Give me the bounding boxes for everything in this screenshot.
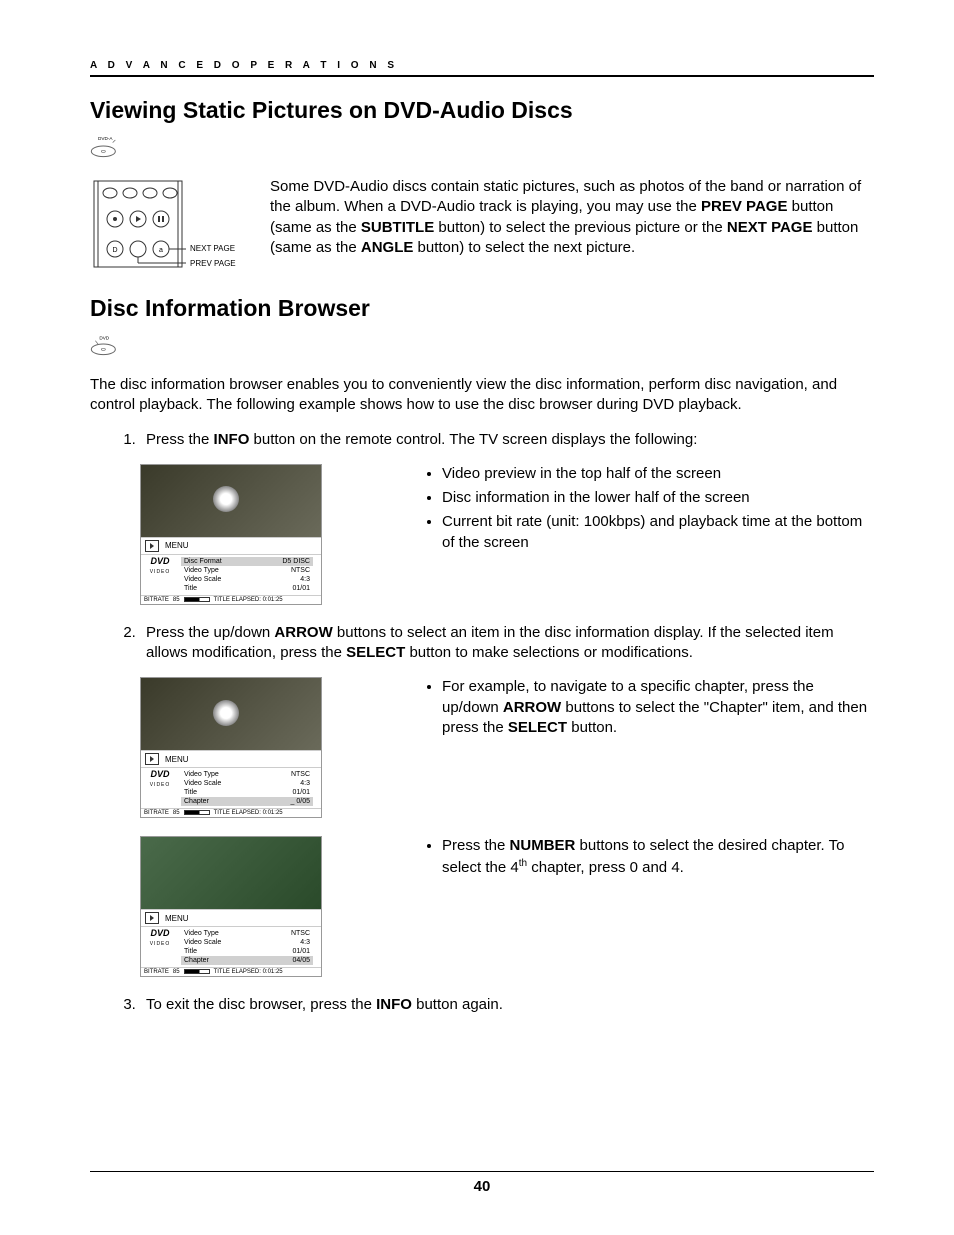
section-heading-1: Viewing Static Pictures on DVD-Audio Dis… [90, 97, 874, 124]
screenshot-1: MENU DVDVIDEO Disc FormatD5 DISC Video T… [140, 464, 322, 605]
dvd-disc-icon: DVD [90, 332, 874, 375]
list-item: Video preview in the top half of the scr… [442, 464, 874, 484]
step-2: Press the up/down ARROW buttons to selec… [140, 623, 874, 664]
page-number: 40 [90, 1178, 874, 1195]
svg-text:D: D [112, 247, 117, 254]
list-item: Disc information in the lower half of th… [442, 488, 874, 508]
remote-diagram: D a NEXT PAGE PREV PAGE [90, 177, 240, 277]
step-1: Press the INFO button on the remote cont… [140, 430, 874, 450]
prev-page-label: PREV PAGE [190, 259, 236, 268]
step2b-bullets: Press the NUMBER buttons to select the d… [352, 836, 874, 977]
step-3: To exit the disc browser, press the INFO… [140, 995, 874, 1015]
header-rule [90, 75, 874, 77]
svg-text:a: a [159, 247, 163, 254]
section-heading-2: Disc Information Browser [90, 295, 874, 322]
running-header: A D V A N C E D O P E R A T I O N S [90, 60, 874, 71]
screenshot-3: MENU DVDVIDEO Video TypeNTSC Video Scale… [140, 836, 322, 977]
page: A D V A N C E D O P E R A T I O N S View… [0, 0, 954, 1235]
svg-text:DVD-A: DVD-A [98, 136, 113, 141]
dvda-disc-icon: DVD-A [90, 134, 874, 177]
list-item: Current bit rate (unit: 100kbps) and pla… [442, 512, 874, 553]
section1-paragraph: Some DVD-Audio discs contain static pict… [270, 177, 874, 277]
page-footer: 40 [90, 1171, 874, 1195]
list-item: For example, to navigate to a specific c… [442, 677, 874, 738]
section2-intro: The disc information browser enables you… [90, 375, 874, 416]
step1-bullets: Video preview in the top half of the scr… [352, 464, 874, 605]
screenshot-2: MENU DVDVIDEO Video TypeNTSC Video Scale… [140, 677, 322, 818]
svg-text:DVD: DVD [99, 335, 109, 340]
list-item: Press the NUMBER buttons to select the d… [442, 836, 874, 878]
next-page-label: NEXT PAGE [190, 244, 235, 253]
step2-bullets: For example, to navigate to a specific c… [352, 677, 874, 818]
